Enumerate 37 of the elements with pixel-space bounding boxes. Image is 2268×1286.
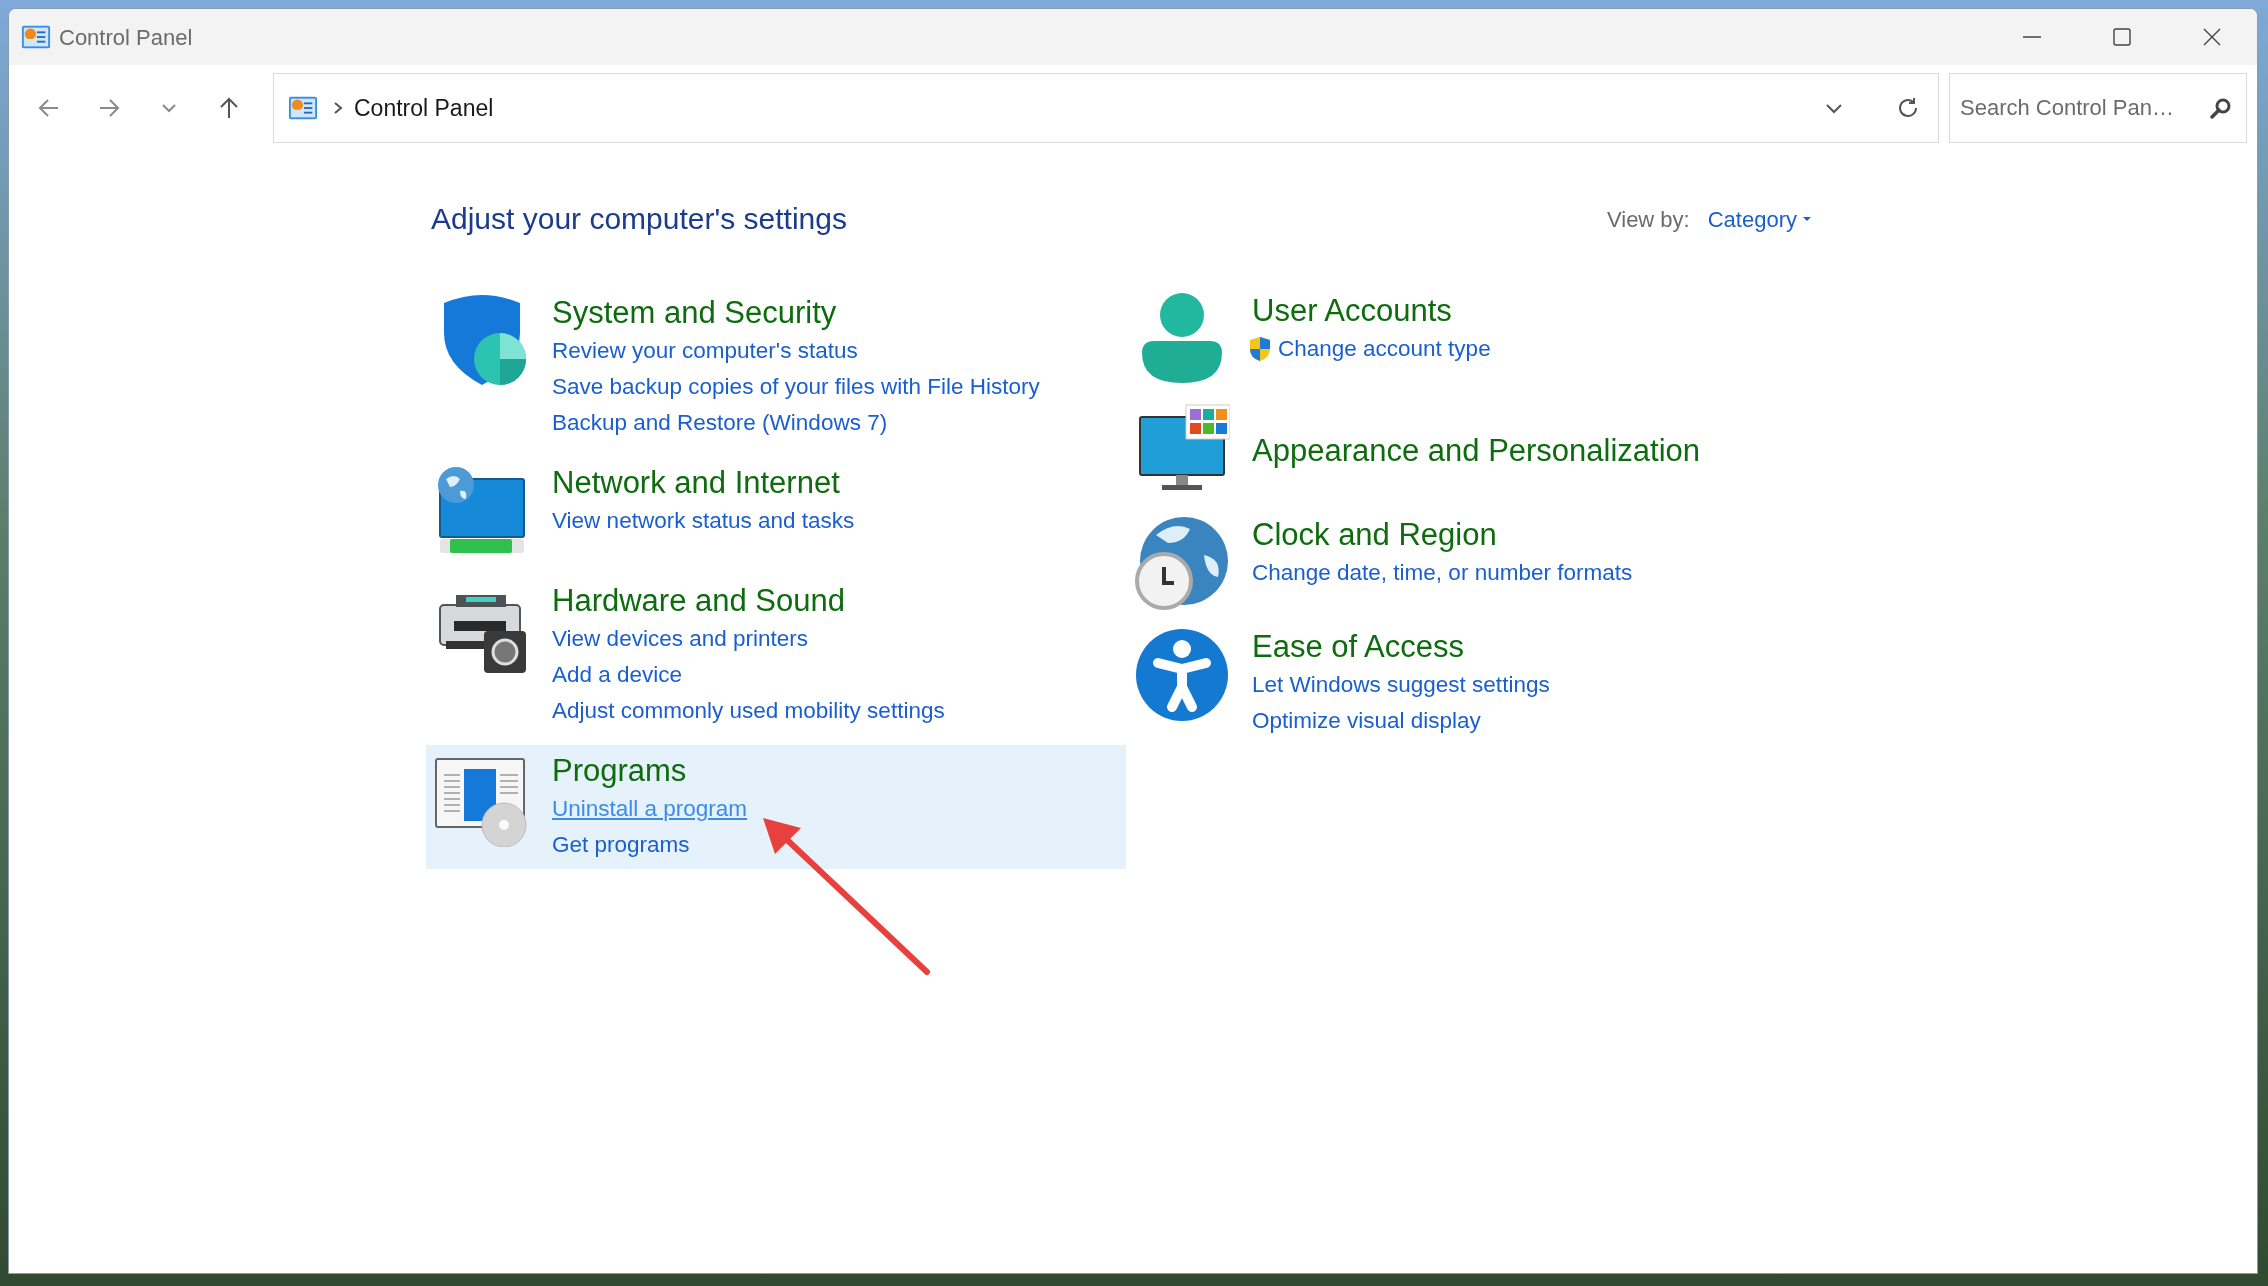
task-link[interactable]: View network status and tasks: [552, 503, 855, 539]
category-link[interactable]: Network and Internet: [552, 463, 840, 503]
category-link[interactable]: Programs: [552, 751, 687, 791]
task-link[interactable]: Get programs: [552, 827, 690, 863]
task-link[interactable]: Review your computer's status: [552, 333, 858, 369]
category-link[interactable]: Appearance and Personalization: [1252, 431, 1701, 471]
view-by-dropdown[interactable]: Category: [1707, 202, 1811, 236]
globe-clock-icon: [1134, 515, 1230, 611]
category-link[interactable]: System and Security: [552, 293, 837, 333]
search-icon: [2209, 96, 2233, 120]
chevron-right-icon: [332, 101, 344, 115]
accessibility-icon: [1134, 627, 1230, 723]
task-link[interactable]: Backup and Restore (Windows 7): [552, 405, 888, 441]
minimize-icon: [2023, 36, 2041, 38]
task-link[interactable]: Change date, time, or number formats: [1252, 555, 1633, 591]
control-panel-icon: [288, 94, 318, 122]
task-link[interactable]: Optimize visual display: [1252, 703, 1481, 739]
task-link[interactable]: Uninstall a program: [552, 791, 748, 827]
task-link[interactable]: Save backup copies of your files with File History: [552, 369, 1040, 405]
window-title: Control Panel: [59, 23, 193, 52]
category-link[interactable]: Hardware and Sound: [552, 581, 845, 621]
task-link[interactable]: Adjust commonly used mobility settings: [552, 693, 945, 729]
task-link[interactable]: View devices and printers: [552, 621, 808, 657]
category-link[interactable]: Clock and Region: [1252, 515, 1497, 555]
page-heading: Adjust your computer's settings: [431, 201, 847, 237]
task-link[interactable]: Add a device: [552, 657, 683, 693]
maximize-icon: [2112, 27, 2132, 47]
view-by-label: View by:: [1606, 205, 1690, 234]
task-link[interactable]: Let Windows suggest settings: [1252, 667, 1550, 703]
breadcrumb-item[interactable]: Control Panel: [354, 90, 494, 126]
category-link[interactable]: User Accounts: [1252, 291, 1452, 331]
category-link[interactable]: Ease of Access: [1252, 627, 1464, 667]
task-link[interactable]: Change account type: [1278, 331, 1491, 367]
caret-icon: [1803, 217, 1811, 221]
search-field[interactable]: Search Control Pan…: [1949, 73, 2247, 143]
close-icon: [2202, 27, 2222, 47]
address-bar[interactable]: Control Panel: [273, 73, 1939, 143]
